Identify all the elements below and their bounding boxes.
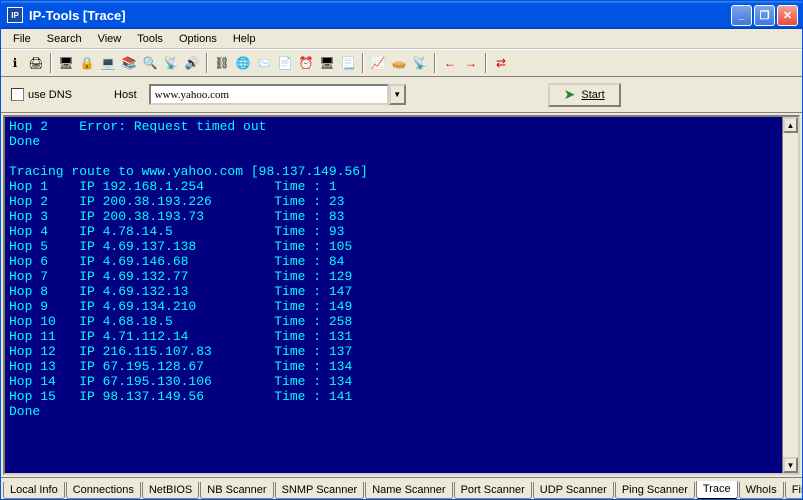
menu-search[interactable]: Search: [39, 31, 90, 47]
control-bar: use DNS Host ▼ ➤ Start: [1, 77, 802, 113]
toolbar-button-4-1[interactable]: →: [461, 53, 481, 73]
start-button[interactable]: ➤ Start: [548, 83, 621, 107]
terminal-panel: Hop 2 Error: Request timed out Done Trac…: [3, 115, 800, 475]
menu-view[interactable]: View: [90, 31, 130, 47]
toolbar-separator: [362, 53, 364, 73]
toolbar-button-4-0[interactable]: ←: [440, 53, 460, 73]
tab-local-info[interactable]: Local Info: [3, 482, 65, 499]
host-combo: ▼: [149, 84, 406, 105]
tab-name-scanner[interactable]: Name Scanner: [365, 482, 452, 499]
toolbar-button-2-1[interactable]: 🌐: [233, 53, 253, 73]
tab-whois[interactable]: WhoIs: [739, 482, 784, 499]
tab-ping-scanner[interactable]: Ping Scanner: [615, 482, 695, 499]
toolbar: ℹ🖨🖥🔒💻📚🔍📡🔊⛓🌐📨📄⏰🖥📃📈🥧📡←→⇄: [1, 49, 802, 77]
scroll-down-button[interactable]: ▼: [783, 457, 798, 473]
tab-fing[interactable]: Fing: [785, 482, 802, 499]
toolbar-separator: [206, 53, 208, 73]
toolbar-button-1-1[interactable]: 🔒: [77, 53, 97, 73]
use-dns-label: use DNS: [28, 89, 72, 101]
close-button[interactable]: ✕: [777, 5, 798, 26]
host-label: Host: [114, 89, 137, 101]
host-input[interactable]: [149, 84, 389, 105]
scroll-track[interactable]: [783, 133, 798, 457]
toolbar-button-3-0[interactable]: 📈: [368, 53, 388, 73]
menu-options[interactable]: Options: [171, 31, 225, 47]
app-icon: IP: [7, 7, 23, 23]
window-title: IP-Tools [Trace]: [27, 8, 731, 23]
toolbar-button-1-2[interactable]: 💻: [98, 53, 118, 73]
toolbar-separator: [50, 53, 52, 73]
use-dns-checkbox[interactable]: [11, 88, 24, 101]
menubar: FileSearchViewToolsOptionsHelp: [1, 29, 802, 49]
toolbar-button-0-0[interactable]: ℹ: [5, 53, 25, 73]
toolbar-separator: [485, 53, 487, 73]
start-button-label: Start: [581, 89, 604, 101]
tabbar: Local InfoConnectionsNetBIOSNB ScannerSN…: [1, 477, 802, 499]
toolbar-button-1-6[interactable]: 🔊: [182, 53, 202, 73]
toolbar-button-0-1[interactable]: 🖨: [26, 53, 46, 73]
minimize-button[interactable]: _: [731, 5, 752, 26]
toolbar-button-2-5[interactable]: 🖥: [317, 53, 337, 73]
window-controls: _ ❐ ✕: [731, 5, 798, 26]
tab-netbios[interactable]: NetBIOS: [142, 482, 199, 499]
terminal-scrollbar[interactable]: ▲ ▼: [782, 117, 798, 473]
tab-port-scanner[interactable]: Port Scanner: [454, 482, 532, 499]
tab-udp-scanner[interactable]: UDP Scanner: [533, 482, 614, 499]
toolbar-button-1-3[interactable]: 📚: [119, 53, 139, 73]
toolbar-button-1-5[interactable]: 📡: [161, 53, 181, 73]
toolbar-button-3-1[interactable]: 🥧: [389, 53, 409, 73]
menu-file[interactable]: File: [5, 31, 39, 47]
titlebar: IP IP-Tools [Trace] _ ❐ ✕: [1, 1, 802, 29]
toolbar-button-2-0[interactable]: ⛓: [212, 53, 232, 73]
toolbar-button-2-6[interactable]: 📃: [338, 53, 358, 73]
toolbar-button-3-2[interactable]: 📡: [410, 53, 430, 73]
toolbar-button-2-4[interactable]: ⏰: [296, 53, 316, 73]
scroll-up-button[interactable]: ▲: [783, 117, 798, 133]
tab-connections[interactable]: Connections: [66, 482, 141, 499]
tab-nb-scanner[interactable]: NB Scanner: [200, 482, 273, 499]
maximize-button[interactable]: ❐: [754, 5, 775, 26]
menu-help[interactable]: Help: [225, 31, 264, 47]
host-dropdown-button[interactable]: ▼: [389, 84, 406, 105]
menu-tools[interactable]: Tools: [129, 31, 171, 47]
toolbar-separator: [434, 53, 436, 73]
run-icon: ➤: [564, 86, 576, 103]
toolbar-button-1-4[interactable]: 🔍: [140, 53, 160, 73]
app-window: IP IP-Tools [Trace] _ ❐ ✕ FileSearchView…: [0, 0, 803, 500]
toolbar-button-1-0[interactable]: 🖥: [56, 53, 76, 73]
tab-snmp-scanner[interactable]: SNMP Scanner: [275, 482, 365, 499]
use-dns-checkbox-wrap: use DNS: [11, 88, 72, 101]
toolbar-button-5-0[interactable]: ⇄: [491, 53, 511, 73]
toolbar-button-2-2[interactable]: 📨: [254, 53, 274, 73]
tab-trace[interactable]: Trace: [696, 481, 738, 499]
toolbar-button-2-3[interactable]: 📄: [275, 53, 295, 73]
trace-output[interactable]: Hop 2 Error: Request timed out Done Trac…: [5, 117, 782, 473]
